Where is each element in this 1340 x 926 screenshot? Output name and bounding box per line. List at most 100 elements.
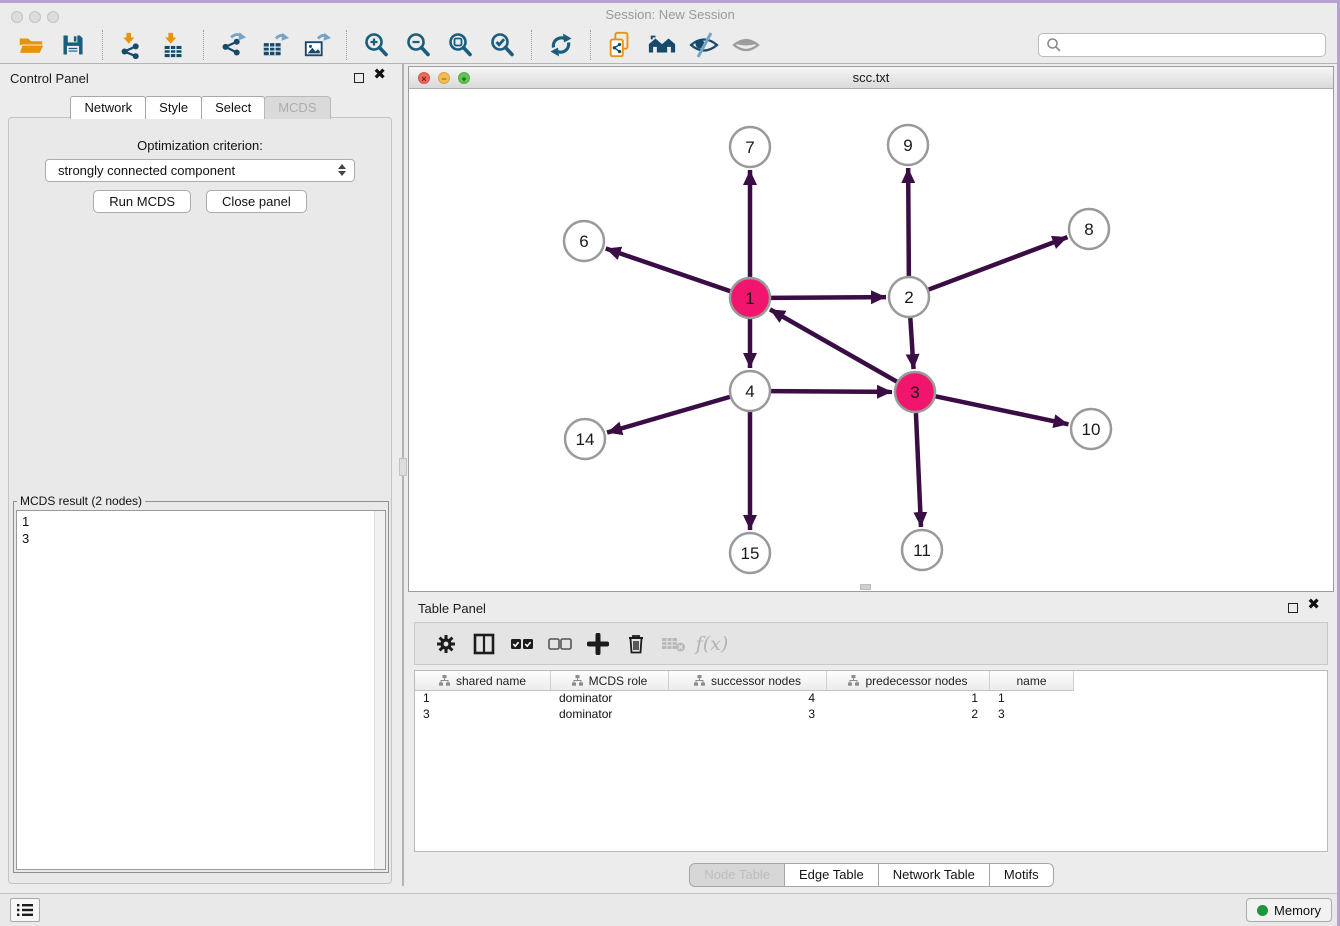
minimize-window-button[interactable] (29, 11, 41, 23)
delete-column-trash-icon[interactable] (619, 629, 653, 659)
cell-successor-nodes[interactable]: 3 (669, 707, 827, 723)
memory-button[interactable]: Memory (1246, 898, 1332, 922)
edge-4-3[interactable] (771, 391, 892, 392)
node-label-3: 3 (910, 383, 919, 402)
control-panel: Control Panel ✖ Network Style Select MCD… (0, 64, 400, 886)
edge-3-1[interactable] (770, 309, 897, 381)
column-header-name[interactable]: name (990, 671, 1074, 691)
select-all-checkboxes-icon[interactable] (505, 629, 539, 659)
memory-status-icon (1257, 905, 1268, 916)
float-panel-icon[interactable] (354, 73, 364, 83)
close-panel-icon[interactable]: ✖ (373, 68, 386, 82)
save-session-icon[interactable] (57, 29, 89, 61)
table-toolbar: f(x) (414, 622, 1328, 665)
table-settings-gear-icon[interactable] (429, 629, 463, 659)
search-input[interactable] (1038, 33, 1326, 57)
window-title: Session: New Session (0, 3, 1340, 26)
cell-successor-nodes[interactable]: 4 (669, 691, 827, 707)
cell-predecessor-nodes[interactable]: 1 (827, 691, 990, 707)
table-close-icon[interactable]: ✖ (1307, 598, 1320, 612)
tab-edge-table[interactable]: Edge Table (784, 863, 879, 887)
network-canvas[interactable]: 7968124314101511 (409, 90, 1333, 591)
tab-style[interactable]: Style (145, 96, 202, 119)
first-neighbors-icon[interactable] (646, 29, 678, 61)
table-row[interactable]: 1dominator411 (415, 691, 1327, 707)
column-selector-icon[interactable] (467, 629, 501, 659)
tab-node-table[interactable]: Node Table (689, 863, 785, 887)
network-view-title: scc.txt (409, 67, 1333, 89)
network-view-titlebar[interactable]: × − + scc.txt (409, 67, 1333, 89)
tab-mcds[interactable]: MCDS (264, 96, 330, 119)
clone-network-icon[interactable] (604, 29, 636, 61)
column-hierarchy-icon (439, 675, 450, 686)
optimization-criterion-value: strongly connected component (58, 163, 235, 178)
export-network-icon[interactable] (217, 29, 249, 61)
zoom-fit-icon[interactable] (444, 29, 476, 61)
export-image-icon[interactable] (301, 29, 333, 61)
tab-select[interactable]: Select (201, 96, 265, 119)
edge-2-9[interactable] (908, 168, 909, 276)
open-file-icon[interactable] (15, 29, 47, 61)
import-network-icon[interactable] (116, 29, 148, 61)
deselect-all-checkboxes-icon[interactable] (543, 629, 577, 659)
node-label-14: 14 (576, 430, 595, 449)
delete-table-icon-disabled (657, 629, 691, 659)
edge-2-8[interactable] (929, 237, 1068, 289)
canvas-resize-handle[interactable] (860, 584, 871, 590)
view-minimize-icon[interactable]: − (438, 72, 450, 84)
column-header-predecessor-nodes[interactable]: predecessor nodes (827, 671, 990, 691)
apply-layout-icon[interactable] (545, 29, 577, 61)
mcds-panel: Optimization criterion: strongly connect… (8, 117, 392, 884)
close-window-button[interactable] (11, 11, 23, 23)
mcds-result-textarea[interactable]: 1 3 (16, 510, 386, 870)
cell-predecessor-nodes[interactable]: 2 (827, 707, 990, 723)
hide-selected-icon[interactable] (688, 29, 720, 61)
cell-shared-name[interactable]: 3 (415, 707, 551, 723)
cell-name[interactable]: 3 (990, 707, 1074, 723)
table-float-icon[interactable] (1288, 603, 1298, 613)
edge-3-11[interactable] (916, 413, 921, 527)
task-history-button[interactable] (10, 898, 40, 922)
show-all-icon[interactable] (730, 29, 762, 61)
toolbar-separator (590, 30, 591, 60)
toolbar-separator (346, 30, 347, 60)
import-table-icon[interactable] (158, 29, 190, 61)
result-scrollbar[interactable] (374, 511, 385, 869)
mcds-result-fieldset: MCDS result (2 nodes) 1 3 (13, 494, 389, 873)
run-mcds-button[interactable]: Run MCDS (93, 190, 191, 213)
add-column-icon[interactable] (581, 629, 615, 659)
zoom-in-icon[interactable] (360, 29, 392, 61)
column-header-MCDS-role[interactable]: MCDS role (551, 671, 669, 691)
zoom-out-icon[interactable] (402, 29, 434, 61)
edge-1-6[interactable] (606, 248, 730, 291)
export-table-icon[interactable] (259, 29, 291, 61)
panel-divider-handle[interactable] (399, 458, 407, 476)
edge-1-2[interactable] (771, 297, 886, 298)
edge-2-3[interactable] (910, 318, 913, 369)
column-header-shared-name[interactable]: shared name (415, 671, 551, 691)
network-view-window: × − + scc.txt 7968124314101511 (408, 66, 1334, 592)
cell-name[interactable]: 1 (990, 691, 1074, 707)
node-label-11: 11 (913, 541, 931, 560)
view-maximize-icon[interactable]: + (458, 72, 470, 84)
close-panel-button[interactable]: Close panel (206, 190, 307, 213)
optimization-criterion-select[interactable]: strongly connected component (45, 159, 355, 182)
table-row[interactable]: 3dominator323 (415, 707, 1327, 723)
table-tabs: Node Table Edge Table Network Table Moti… (408, 863, 1334, 887)
tab-network-table[interactable]: Network Table (878, 863, 990, 887)
edge-3-10[interactable] (936, 396, 1069, 424)
zoom-selected-icon[interactable] (486, 29, 518, 61)
select-stepper-icon (338, 164, 346, 176)
node-label-2: 2 (904, 288, 913, 307)
view-close-icon[interactable]: × (418, 72, 430, 84)
cell-MCDS-role[interactable]: dominator (551, 707, 669, 723)
column-header-successor-nodes[interactable]: successor nodes (669, 671, 827, 691)
mcds-result-legend: MCDS result (2 nodes) (17, 494, 145, 508)
cell-shared-name[interactable]: 1 (415, 691, 551, 707)
cell-MCDS-role[interactable]: dominator (551, 691, 669, 707)
toolbar-separator (102, 30, 103, 60)
tab-motifs[interactable]: Motifs (989, 863, 1054, 887)
tab-network[interactable]: Network (70, 96, 146, 119)
edge-4-14[interactable] (607, 397, 730, 433)
maximize-window-button[interactable] (47, 11, 59, 23)
